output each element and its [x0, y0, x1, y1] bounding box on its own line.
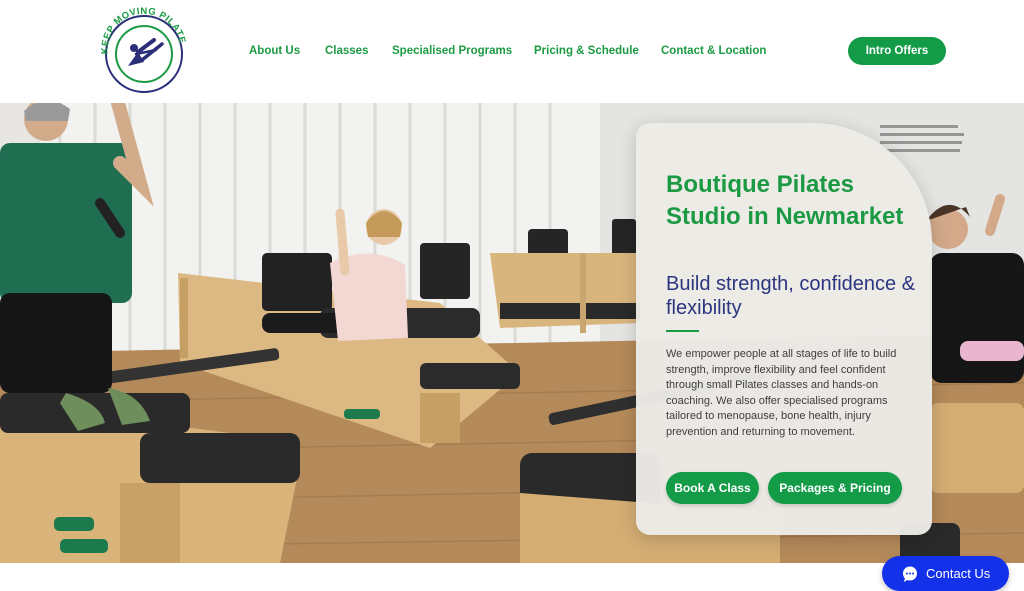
contact-us-label: Contact Us	[926, 566, 991, 581]
packages-pricing-button[interactable]: Packages & Pricing	[768, 472, 902, 504]
hero-card: Boutique Pilates Studio in Newmarket Bui…	[636, 123, 932, 535]
nav-about-us[interactable]: About Us	[249, 43, 300, 59]
nav-classes[interactable]: Classes	[325, 43, 368, 59]
contact-us-chat-button[interactable]: Contact Us	[882, 556, 1009, 591]
nav-specialised-programs[interactable]: Specialised Programs	[392, 43, 512, 59]
intro-offers-button[interactable]: Intro Offers	[848, 37, 946, 65]
nav-pricing-schedule[interactable]: Pricing & Schedule	[534, 43, 639, 59]
title-divider	[666, 330, 699, 332]
chat-bubble-icon	[903, 566, 917, 582]
nav-contact-location[interactable]: Contact & Location	[661, 43, 766, 59]
hero-subtitle: Build strength, confidence & flexibility	[666, 273, 916, 319]
site-header: KEEP MOVING PILATES About Us Classes Spe…	[0, 0, 1024, 103]
hero-description: We empower people at all stages of life …	[666, 348, 897, 438]
hero-title: Boutique Pilates Studio in Newmarket	[666, 171, 904, 230]
keep-moving-pilates-logo[interactable]: KEEP MOVING PILATES	[93, 0, 190, 98]
book-a-class-button[interactable]: Book A Class	[666, 472, 759, 504]
